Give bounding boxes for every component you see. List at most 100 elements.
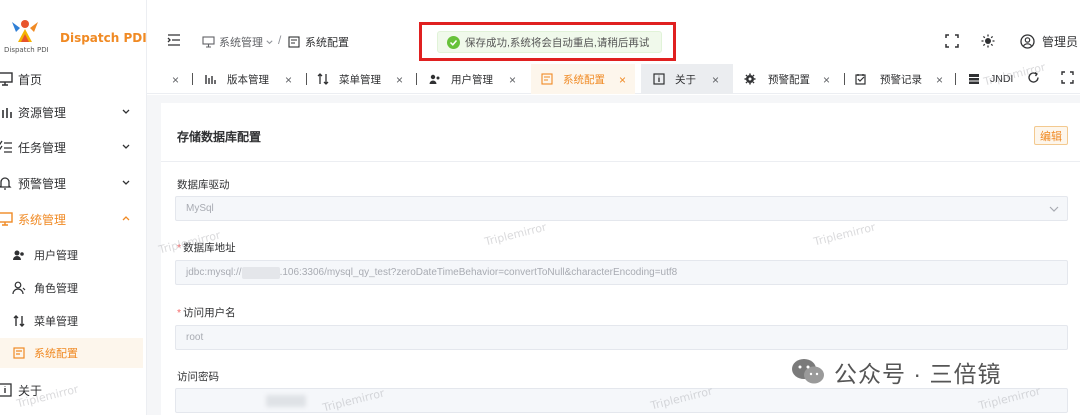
sidebar-item-label: 关于 [18, 383, 43, 398]
tab-menu-manage[interactable]: 菜单管理 × [317, 64, 412, 94]
close-icon[interactable]: × [823, 73, 830, 87]
tab-separator [192, 73, 193, 85]
tab-label: 系统配置 [563, 73, 605, 86]
sidebar-subitem-system-config[interactable]: 系统配置 [0, 338, 143, 368]
db-address-input[interactable]: jdbc:mysql:// .106:3306/mysql_qy_test?ze… [175, 260, 1068, 285]
monitor-icon [0, 72, 13, 86]
wechat-logo-icon [792, 359, 824, 384]
tab-label: 关于 [675, 73, 696, 86]
fullscreen-icon[interactable] [945, 34, 959, 48]
sidebar-item-alerts[interactable]: 预警管理 [0, 167, 147, 199]
sidebar-item-label: 系统管理 [18, 212, 67, 227]
config-icon [541, 73, 553, 85]
sidebar-item-label: 资源管理 [18, 105, 67, 120]
sidebar-subitem-users[interactable]: 用户管理 [0, 240, 143, 270]
sidebar-item-label: 预警管理 [18, 176, 67, 191]
breadcrumb-label: 系统管理 [219, 37, 263, 49]
close-icon[interactable]: × [936, 73, 943, 87]
menu-collapse-icon[interactable] [167, 34, 181, 46]
sun-icon[interactable] [981, 34, 995, 48]
tab-separator [844, 73, 845, 85]
user-avatar-icon[interactable] [1020, 34, 1035, 49]
user-name[interactable]: 管理员 [1042, 33, 1078, 50]
tab-alert-config[interactable]: 预警配置 × [744, 64, 840, 94]
field-label-db-driver: 数据库驱动 [177, 179, 230, 191]
config-icon [288, 36, 300, 48]
tab-about[interactable]: 关于 × [641, 64, 733, 94]
card-divider [161, 161, 1080, 162]
sidebar-item-tasks[interactable]: 任务管理 [0, 131, 147, 163]
db-driver-select[interactable]: MySql [175, 196, 1068, 221]
check-circle-icon [447, 35, 460, 49]
users-icon [13, 250, 24, 260]
logo-subtitle: Dispatch PDI [4, 46, 49, 54]
required-mark: * [177, 242, 182, 254]
bar-chart-icon [2, 108, 12, 118]
system-monitor-icon [0, 212, 13, 226]
sidebar-item-label: 任务管理 [18, 140, 67, 155]
toast-highlight-box: 保存成功,系统将会自动重启,请稍后再试 [419, 22, 676, 61]
users-icon [429, 74, 440, 84]
expand-icon[interactable] [1061, 71, 1074, 84]
sidebar-item-resources[interactable]: 资源管理 [0, 96, 147, 128]
breadcrumb-separator: / [278, 33, 282, 47]
chevron-up-icon [122, 216, 130, 221]
close-icon[interactable]: × [285, 73, 292, 87]
breadcrumb-item-system[interactable]: 系统管理 [202, 34, 274, 50]
alert-record-icon [855, 74, 866, 85]
sidebar-subitem-label: 菜单管理 [34, 316, 78, 328]
close-icon[interactable]: × [712, 73, 719, 87]
close-icon[interactable]: × [509, 73, 516, 87]
tab-label: 预警配置 [768, 73, 810, 86]
sidebar-item-home[interactable]: 首页 [0, 63, 147, 95]
db-address-prefix: jdbc:mysql:// [186, 267, 242, 278]
database-icon [969, 74, 979, 84]
app-title: Dispatch PDI [60, 31, 147, 45]
chevron-down-icon [122, 109, 130, 114]
username-value: root [186, 332, 204, 343]
chevron-down-icon [122, 144, 130, 149]
db-address-suffix: .106:3306/mysql_qy_test?zeroDateTimeBeha… [279, 267, 678, 278]
sidebar-item-about[interactable]: 关于 [0, 374, 147, 406]
monitor-icon [202, 36, 215, 48]
logo-icon [12, 20, 38, 42]
wechat-overlay: 公众号 · 三倍镜 [790, 355, 1001, 389]
sidebar-item-system[interactable]: 系统管理 [0, 203, 147, 235]
close-icon[interactable]: × [619, 73, 626, 87]
username-input[interactable]: root [175, 325, 1068, 350]
chevron-down-icon [1049, 206, 1059, 212]
tab-jndi[interactable]: JNDI [968, 64, 1020, 94]
info-icon [0, 383, 12, 397]
tabs-bar: × 版本管理 × 菜单管理 × 用户管理 × 系统配置 × 关于 × 预警配置 … [147, 64, 1080, 94]
sidebar-subitem-label: 角色管理 [34, 283, 78, 295]
bell-icon [0, 177, 12, 190]
tab-label: JNDI [990, 73, 1014, 85]
tab-version-manage[interactable]: 版本管理 × [205, 64, 295, 94]
gear-icon [744, 73, 756, 85]
field-label-password: 访问密码 [177, 371, 219, 383]
field-label-db-address: * 数据库地址 [177, 242, 236, 254]
logo[interactable]: Dispatch PDI Dispatch PDI [0, 0, 147, 60]
close-icon[interactable]: × [172, 73, 179, 87]
sidebar-subitem-roles[interactable]: 角色管理 [0, 273, 143, 303]
sort-icon [13, 315, 25, 327]
sort-icon [317, 73, 329, 85]
tab-system-config[interactable]: 系统配置 × [531, 64, 635, 94]
db-driver-value: MySql [186, 203, 214, 214]
redacted-ip [241, 266, 280, 279]
success-toast: 保存成功,系统将会自动重启,请稍后再试 [437, 31, 662, 53]
field-label-username: * 访问用户名 [177, 307, 236, 319]
edit-button[interactable]: 编辑 [1034, 126, 1068, 145]
breadcrumb-item-current: 系统配置 [288, 34, 349, 50]
close-icon[interactable]: × [396, 73, 403, 87]
tab-alert-records[interactable]: 预警记录 × [855, 64, 951, 94]
sidebar-subitem-menus[interactable]: 菜单管理 [0, 306, 143, 336]
refresh-icon[interactable] [1027, 71, 1040, 84]
tab-user-manage[interactable]: 用户管理 × [429, 64, 524, 94]
password-input[interactable] [175, 388, 1068, 413]
card-title: 存储数据库配置 [177, 130, 262, 144]
sidebar: Dispatch PDI Dispatch PDI 首页 资源管理 任务管理 预… [0, 0, 147, 415]
sidebar-subitem-label: 系统配置 [34, 348, 78, 360]
tab-separator [416, 73, 417, 85]
user-role-icon [12, 281, 26, 295]
